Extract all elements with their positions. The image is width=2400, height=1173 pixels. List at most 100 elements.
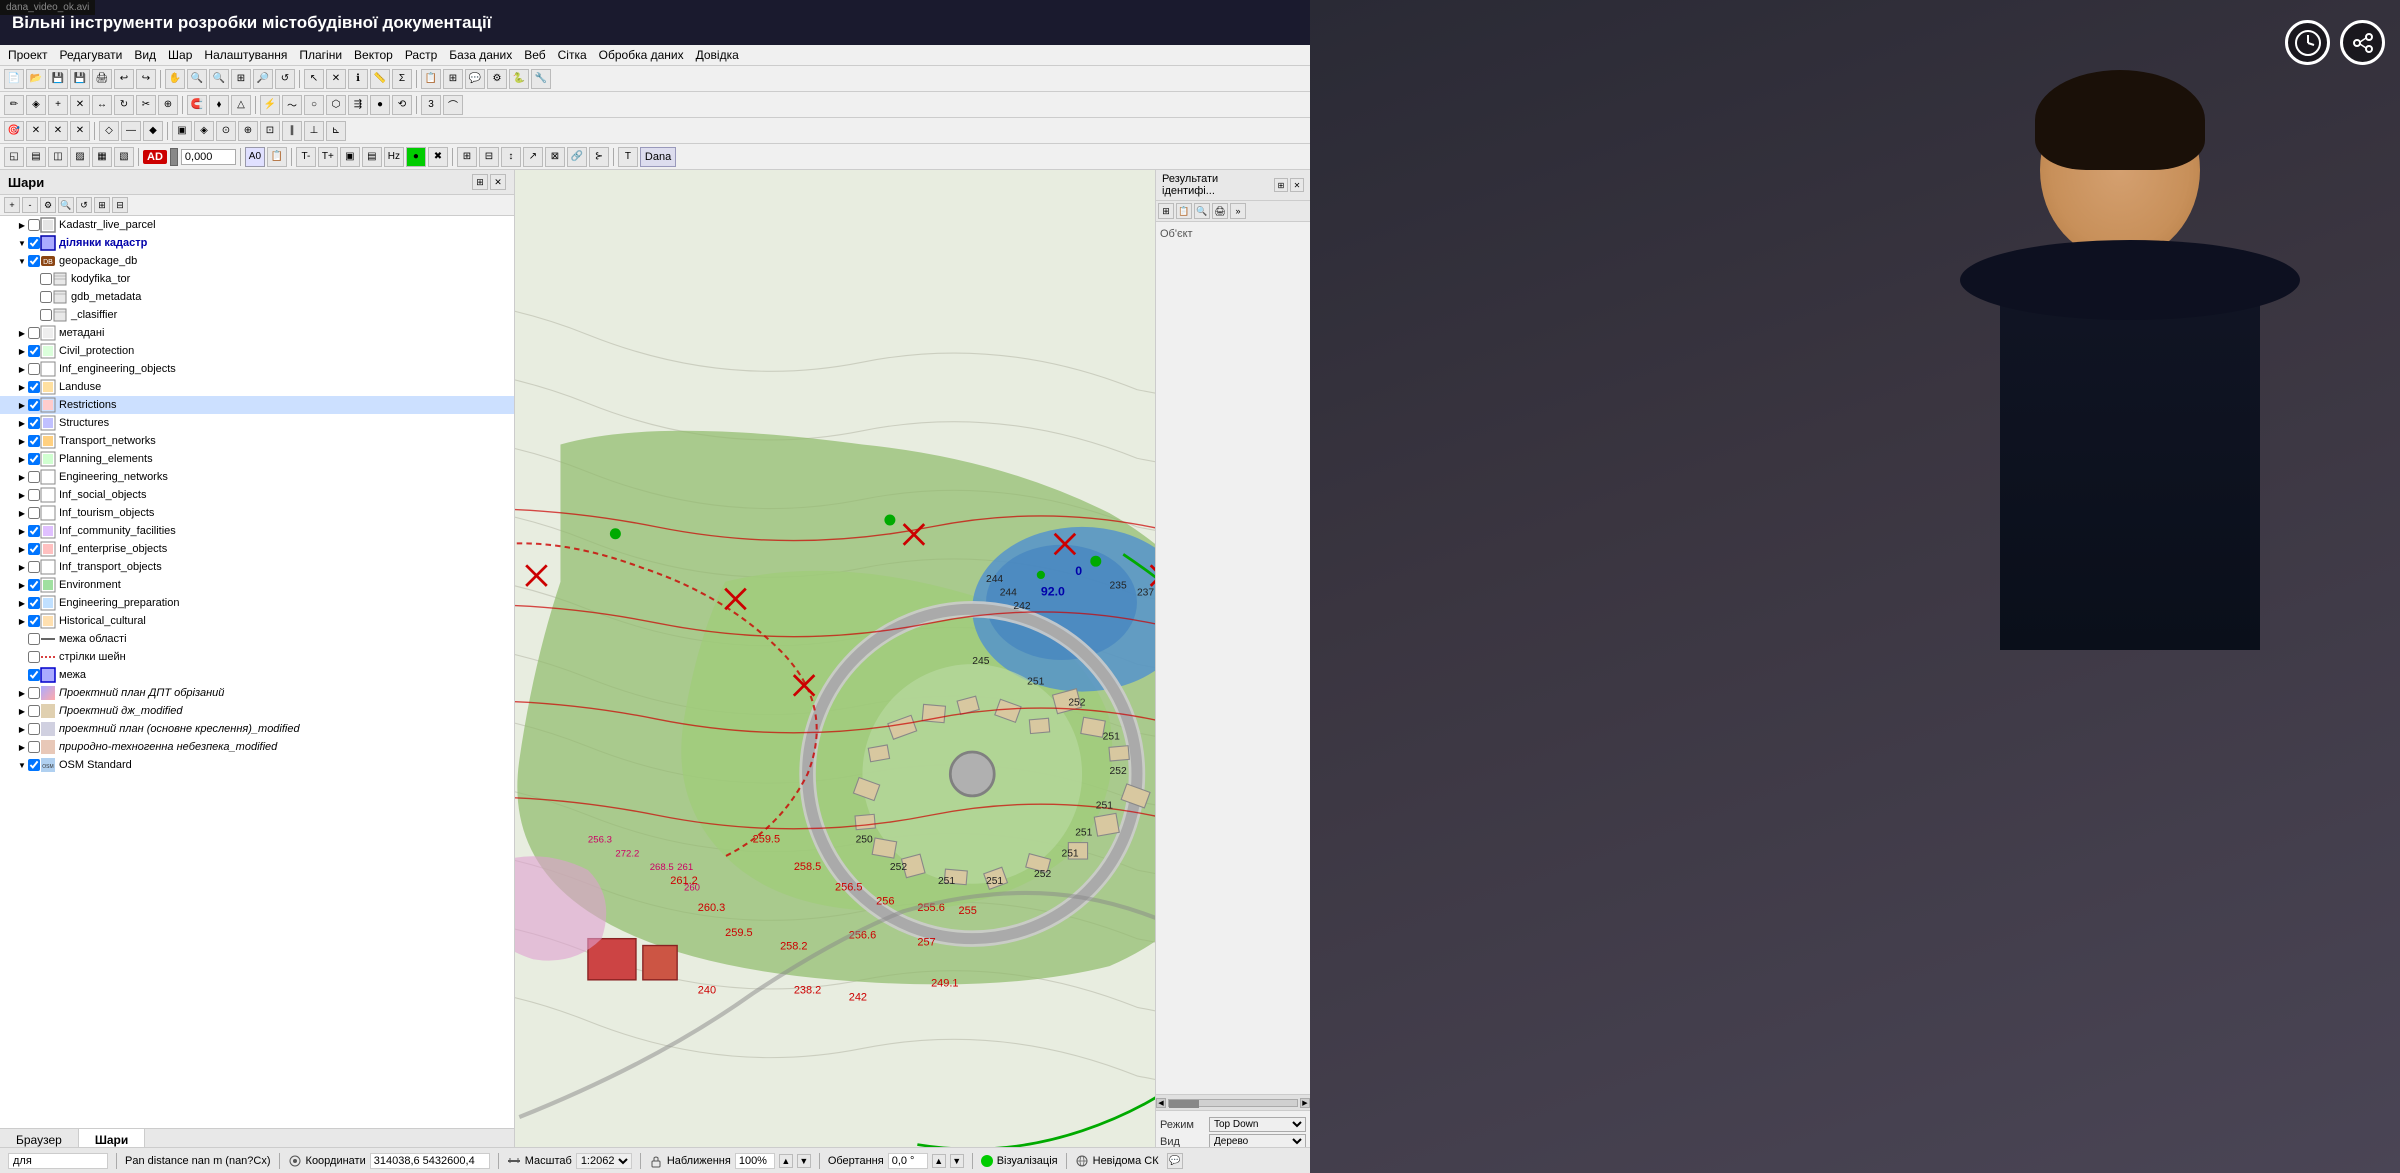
scroll-thumb[interactable]	[1169, 1100, 1199, 1108]
check-community[interactable]	[28, 525, 40, 537]
check-kodyfika[interactable]	[40, 273, 52, 285]
t4-1[interactable]: ◱	[4, 147, 24, 167]
pan-btn[interactable]: ✋	[165, 69, 185, 89]
expand-transport[interactable]: ▶	[16, 435, 28, 447]
results-zoom-btn[interactable]: 🔍	[1194, 203, 1210, 219]
snap-config-btn[interactable]: ✕	[48, 121, 68, 141]
reshape-btn[interactable]: ⬡	[326, 95, 346, 115]
check-strilky[interactable]	[28, 651, 40, 663]
scale-input[interactable]	[181, 149, 236, 165]
select-btn[interactable]: ↖	[304, 69, 324, 89]
seg-snap-btn[interactable]: —	[121, 121, 141, 141]
results-print-btn[interactable]: 🖨	[1212, 203, 1228, 219]
geom-btn[interactable]: △	[231, 95, 251, 115]
menu-layer[interactable]: Шар	[168, 48, 192, 62]
zoom-extent-btn[interactable]: ⊞	[231, 69, 251, 89]
layer-snap-btn[interactable]: ▣	[172, 121, 192, 141]
rotation-up-btn[interactable]: ▲	[932, 1154, 946, 1168]
layer-metadani[interactable]: ▶ метадані	[0, 324, 514, 342]
check-tourism[interactable]	[28, 507, 40, 519]
layer-engnet[interactable]: ▶ Engineering_networks	[0, 468, 514, 486]
new-project-btn[interactable]: 📄	[4, 69, 24, 89]
fill-ring-btn[interactable]: ●	[370, 95, 390, 115]
expand-osm[interactable]: ▼	[16, 759, 28, 771]
layer-hist[interactable]: ▶ Historical_cultural	[0, 612, 514, 630]
layers-close-btn[interactable]: ⊞	[472, 174, 488, 190]
save-as-btn[interactable]: 💾	[70, 69, 90, 89]
t-minus[interactable]: T-	[296, 147, 316, 167]
layer-remove-btn[interactable]: -	[22, 197, 38, 213]
share-icon[interactable]	[2340, 20, 2385, 65]
map-canvas[interactable]: 259.5 258.5 256.5 256 255.6 255 256.6 25…	[515, 170, 1155, 1172]
check-clasifier[interactable]	[40, 309, 52, 321]
hz-btn[interactable]: Hz	[384, 147, 404, 167]
identify-btn[interactable]: ℹ	[348, 69, 368, 89]
check-engprep[interactable]	[28, 597, 40, 609]
t4-13[interactable]: ↗	[523, 147, 543, 167]
edit-cross[interactable]: ✖	[428, 147, 448, 167]
check-mezha[interactable]	[28, 669, 40, 681]
3d-btn[interactable]: 3	[421, 95, 441, 115]
measure-btn[interactable]: 📏	[370, 69, 390, 89]
menu-settings[interactable]: Налаштування	[204, 48, 287, 62]
split-btn[interactable]: ✂	[136, 95, 156, 115]
expand-landuse[interactable]: ▶	[16, 381, 28, 393]
layer-kadastr[interactable]: ▶ Kadastr_live_parcel	[0, 216, 514, 234]
simplify-btn[interactable]: 〜	[282, 95, 302, 115]
menu-project[interactable]: Проект	[8, 48, 48, 62]
color-swatch[interactable]	[170, 148, 178, 166]
scale-select[interactable]: 1:2062	[576, 1153, 632, 1169]
refresh-btn[interactable]: ↺	[275, 69, 295, 89]
expand-infeng[interactable]: ▶	[16, 363, 28, 375]
arc-btn[interactable]: ⌒	[443, 95, 463, 115]
menu-help[interactable]: Довідка	[696, 48, 739, 62]
topo-edit-btn[interactable]: ✕	[70, 121, 90, 141]
layer-environment[interactable]: ▶ Environment	[0, 576, 514, 594]
perp-btn[interactable]: ⊥	[304, 121, 324, 141]
map-tips-btn[interactable]: 💬	[465, 69, 485, 89]
approach-up-btn[interactable]: ▲	[779, 1154, 793, 1168]
stats-btn[interactable]: Σ	[392, 69, 412, 89]
digitize-btn[interactable]: ✏	[4, 95, 24, 115]
offset-btn[interactable]: ⇶	[348, 95, 368, 115]
check-landuse[interactable]	[28, 381, 40, 393]
expand-enterprise[interactable]: ▶	[16, 543, 28, 555]
check-projplan[interactable]	[28, 723, 40, 735]
open-btn[interactable]: 📂	[26, 69, 46, 89]
layer-strilky[interactable]: стрілки шейн	[0, 648, 514, 666]
t4-16[interactable]: ⊱	[589, 147, 609, 167]
expand-tourism[interactable]: ▶	[16, 507, 28, 519]
menu-vector[interactable]: Вектор	[354, 48, 393, 62]
expand-projdtp[interactable]: ▶	[16, 687, 28, 699]
layer-clasifier[interactable]: _clasiffier	[0, 306, 514, 324]
check-civil[interactable]	[28, 345, 40, 357]
green-circle[interactable]: ●	[406, 147, 426, 167]
t4-10[interactable]: ⊞	[457, 147, 477, 167]
expand-community[interactable]: ▶	[16, 525, 28, 537]
layer-structures[interactable]: ▶ Structures	[0, 414, 514, 432]
vertex-layer-btn[interactable]: ◈	[194, 121, 214, 141]
layer-dilyanky[interactable]: ▼ ділянки кадастр	[0, 234, 514, 252]
t4-2[interactable]: ▤	[26, 147, 46, 167]
a0-btn[interactable]: A0	[245, 147, 265, 167]
expand-social[interactable]: ▶	[16, 489, 28, 501]
check-structures[interactable]	[28, 417, 40, 429]
approach-down-btn[interactable]: ▼	[797, 1154, 811, 1168]
expand-civil[interactable]: ▶	[16, 345, 28, 357]
layer-gdbmeta[interactable]: gdb_metadata	[0, 288, 514, 306]
layer-expand-btn[interactable]: ⊞	[94, 197, 110, 213]
add-feat-btn[interactable]: +	[48, 95, 68, 115]
advanced-edit-btn[interactable]: ⚡	[260, 95, 280, 115]
expand-kadastr[interactable]: ▶	[16, 219, 28, 231]
check-hist[interactable]	[28, 615, 40, 627]
results-expand-btn[interactable]: ⊞	[1158, 203, 1174, 219]
expand-hist[interactable]: ▶	[16, 615, 28, 627]
layer-filter-btn[interactable]: 🔍	[58, 197, 74, 213]
expand-dilyanky[interactable]: ▼	[16, 237, 28, 249]
results-minimize-btn[interactable]: ⊞	[1274, 178, 1288, 192]
check-social[interactable]	[28, 489, 40, 501]
settings2-btn[interactable]: ⚙	[487, 69, 507, 89]
save-btn[interactable]: 💾	[48, 69, 68, 89]
para-btn[interactable]: ∥	[282, 121, 302, 141]
check-planning[interactable]	[28, 453, 40, 465]
